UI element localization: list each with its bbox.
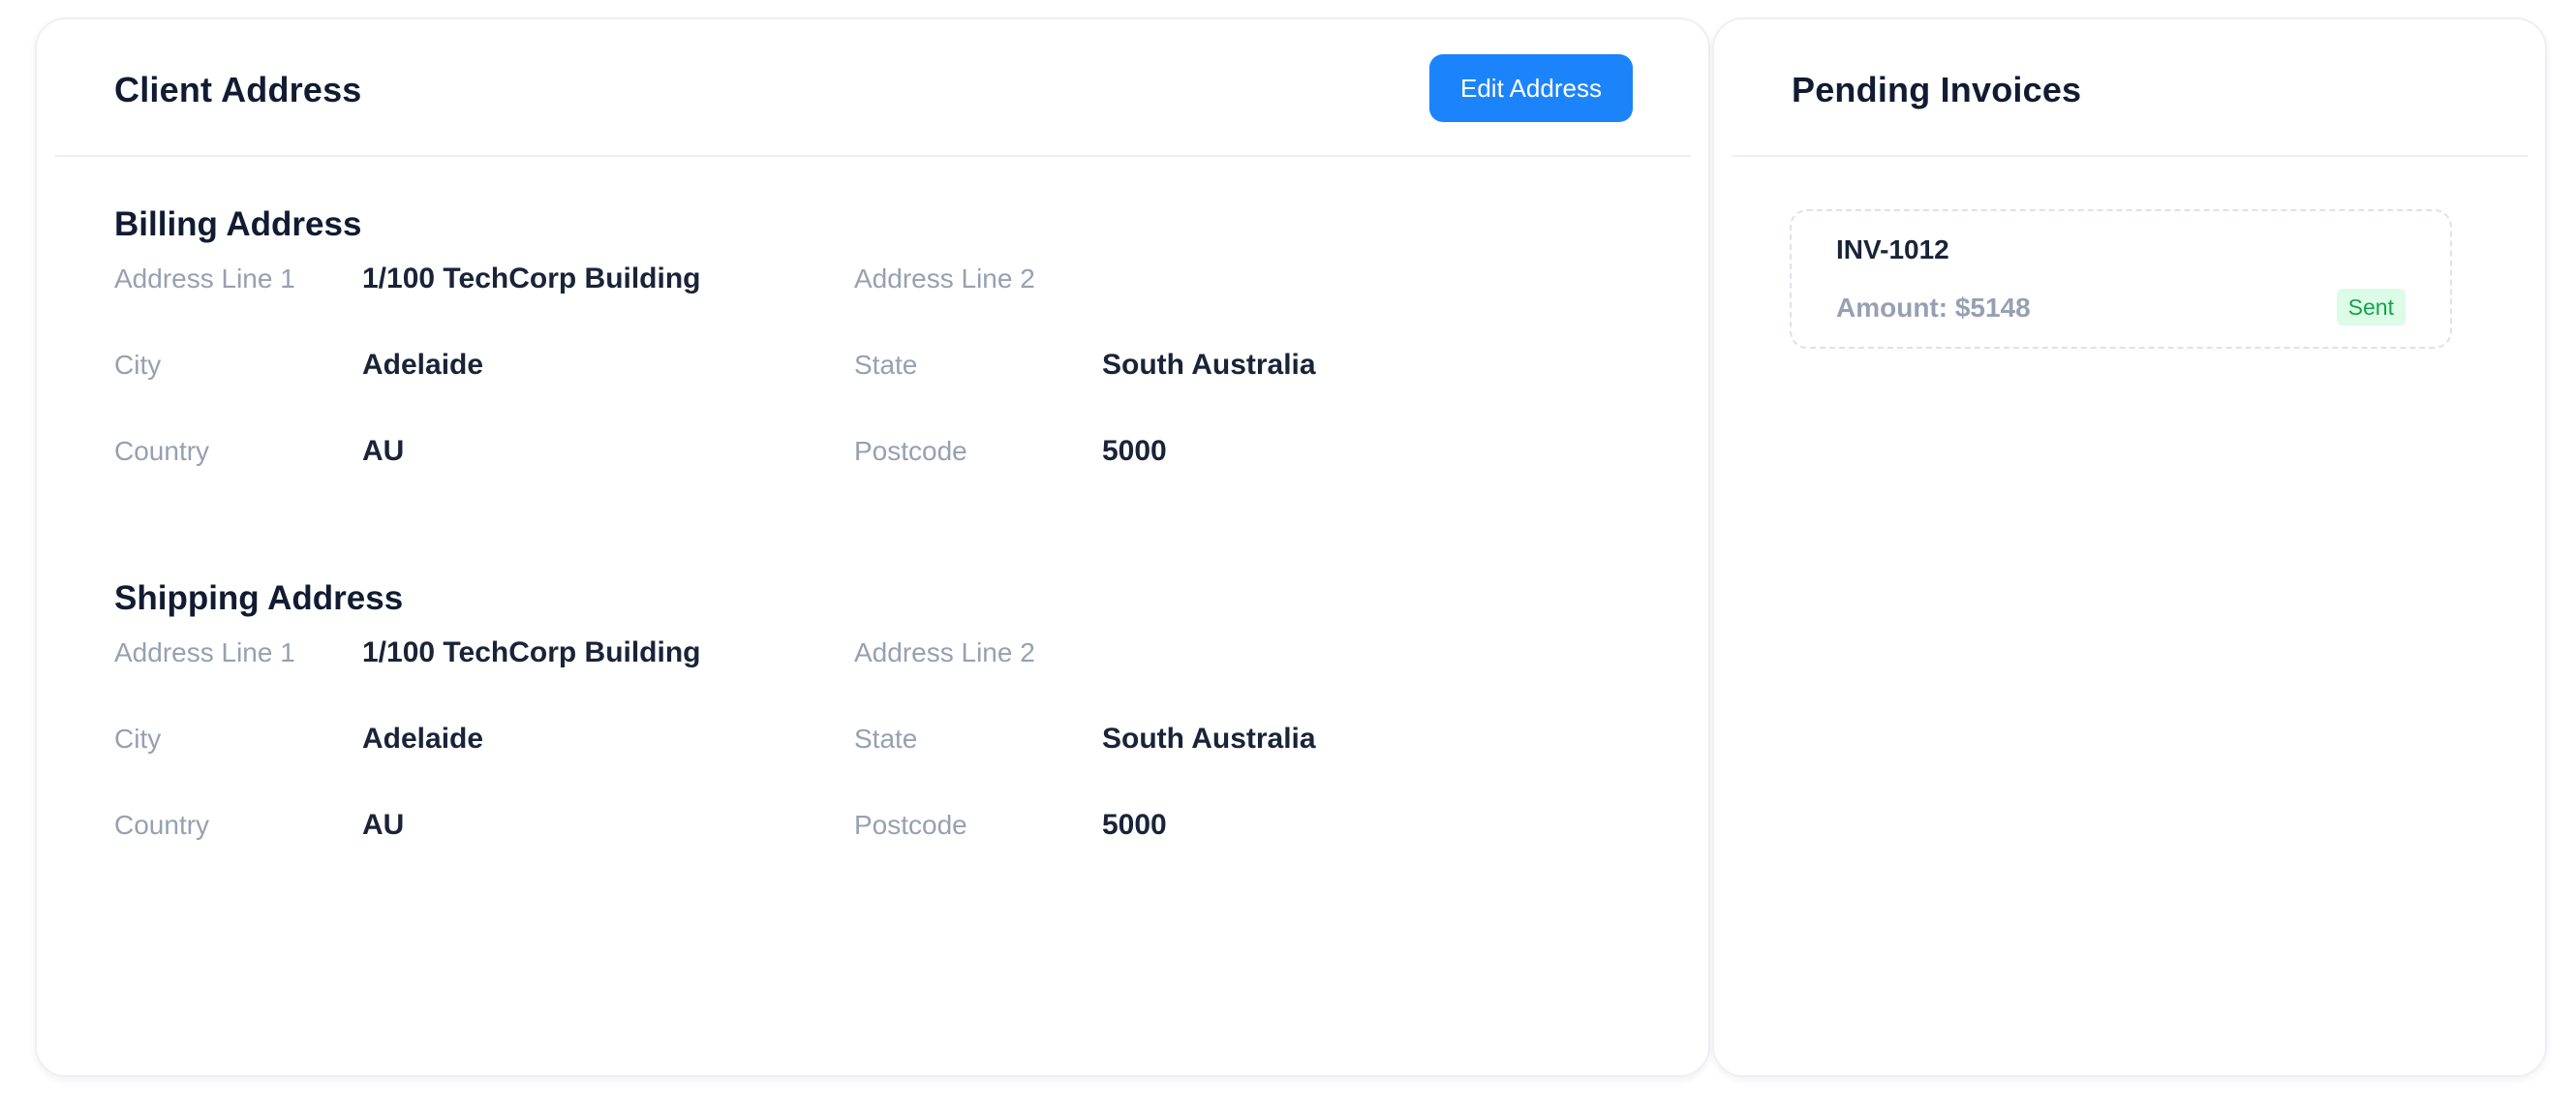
client-address-header: Client Address Edit Address [37,19,1708,157]
shipping-address-line1-value: 1/100 TechCorp Building [362,636,701,668]
billing-address-line2-label: Address Line 2 [854,263,1035,294]
billing-state-value: South Australia [1102,349,1316,381]
billing-address-line1-value: 1/100 TechCorp Building [362,263,701,294]
shipping-country-label: Country [114,810,210,840]
header-divider [1732,155,2528,157]
edit-address-button[interactable]: Edit Address [1429,54,1633,122]
invoice-number: INV-1012 [1836,234,1949,264]
shipping-postcode-label: Postcode [854,810,967,840]
status-badge: Sent [2336,289,2406,325]
billing-country-label: Country [114,436,210,466]
client-address-title: Client Address [114,70,362,109]
billing-postcode-value: 5000 [1102,435,1167,467]
billing-address-title: Billing Address [114,205,362,243]
shipping-state-value: South Australia [1102,723,1316,755]
shipping-postcode-value: 5000 [1102,809,1167,841]
shipping-address-line2-label: Address Line 2 [854,637,1035,667]
shipping-country-value: AU [362,809,405,841]
shipping-address-line1-label: Address Line 1 [114,637,295,667]
billing-country-value: AU [362,435,405,467]
shipping-state-label: State [854,724,918,754]
header-divider [54,155,1691,157]
shipping-city-value: Adelaide [362,723,484,755]
pending-invoices-header: Pending Invoices [1714,19,2545,157]
client-address-card: Client Address Edit Address Billing Addr… [35,17,1710,1077]
billing-state-label: State [854,350,918,380]
pending-invoices-card: Pending Invoices INV-1012 Amount: $5148 … [1712,17,2547,1077]
invoice-amount: Amount: $5148 [1836,293,2031,323]
billing-address-line1-label: Address Line 1 [114,263,295,294]
shipping-address-title: Shipping Address [114,579,404,617]
billing-city-label: City [114,350,162,380]
pending-invoices-title: Pending Invoices [1792,70,2082,109]
invoice-list-item[interactable]: INV-1012 Amount: $5148 Sent [1790,209,2452,349]
shipping-city-label: City [114,724,162,754]
billing-postcode-label: Postcode [854,436,967,466]
billing-city-value: Adelaide [362,349,484,381]
